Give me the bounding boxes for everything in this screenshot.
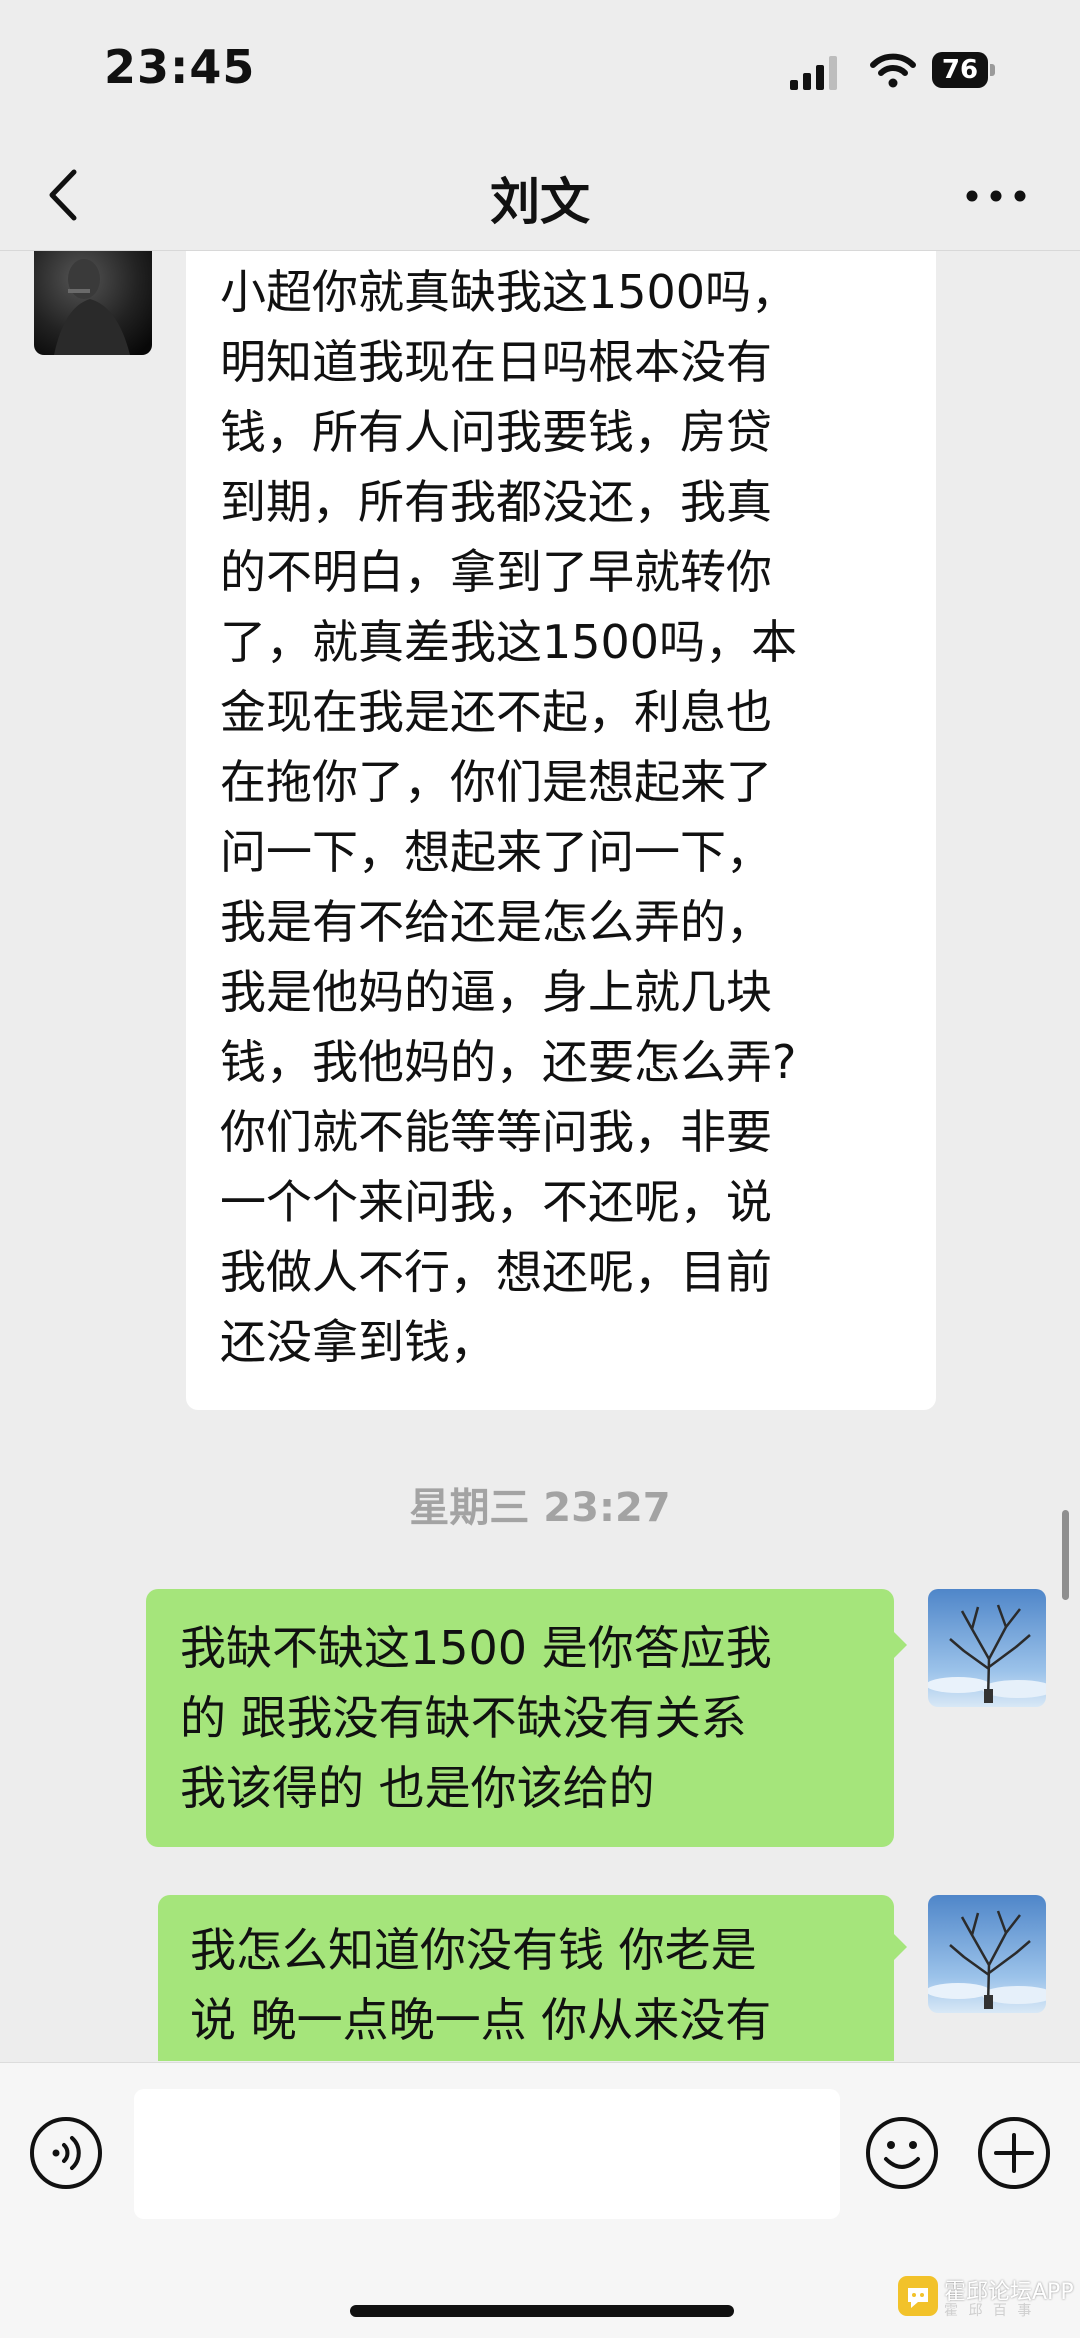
message-line: 说 晚一点晚一点 你从来没有 xyxy=(190,1993,772,2047)
back-arrow-icon[interactable] xyxy=(36,160,96,230)
wifi-icon xyxy=(870,53,916,88)
message-line: 到期，所有我都没还，我真 xyxy=(220,475,772,529)
my-avatar-image xyxy=(928,1895,1046,2013)
message-line: 金现在我是还不起，利息也 xyxy=(220,685,772,739)
sent-message-bubble[interactable]: 我怎么知道你没有钱 你老是 说 晚一点晚一点 你从来没有 xyxy=(158,1895,894,2061)
watermark-subtitle: 霍 邱 百 事 xyxy=(944,2303,1035,2319)
watermark-logo-icon xyxy=(908,2288,928,2308)
contact-avatar-image xyxy=(34,251,152,355)
message-line: 了，就真差我这1500吗，本 xyxy=(220,615,798,669)
message-input[interactable] xyxy=(134,2089,840,2219)
message-line: 钱，我他妈的，还要怎么弄? xyxy=(220,1035,797,1089)
message-timestamp: 星期三 23:27 xyxy=(409,1485,671,1531)
my-avatar-image xyxy=(928,1589,1046,1707)
message-line: 一个个来问我，不还呢，说 xyxy=(220,1175,772,1229)
received-message-bubble[interactable]: 小超你就真缺我这1500吗， 明知道我现在日吗根本没有 钱，所有人问我要钱，房贷… xyxy=(186,251,936,1410)
message-line: 的 跟我没有缺不缺没有关系 xyxy=(180,1691,747,1745)
my-avatar[interactable] xyxy=(928,1895,1046,2013)
contact-avatar[interactable] xyxy=(34,251,152,355)
bubble-tail xyxy=(893,1631,907,1659)
voice-icon[interactable] xyxy=(28,2115,104,2191)
signal-icon xyxy=(790,56,837,90)
chat-title: 刘文 xyxy=(490,173,590,231)
status-bar: 23:45 76 xyxy=(0,0,1080,140)
plus-icon[interactable] xyxy=(976,2115,1052,2191)
message-line: 小超你就真缺我这1500吗， xyxy=(220,265,798,319)
more-dots-icon[interactable] xyxy=(960,168,1032,224)
chat-area[interactable]: 小超你就真缺我这1500吗， 明知道我现在日吗根本没有 钱，所有人问我要钱，房贷… xyxy=(0,251,1080,2061)
watermark: 霍邱论坛APP 霍 邱 百 事 xyxy=(898,2272,1078,2324)
message-line: 还没拿到钱， xyxy=(220,1315,496,1369)
message-line: 我做人不行，想还呢，目前 xyxy=(220,1245,772,1299)
my-avatar[interactable] xyxy=(928,1589,1046,1707)
message-line: 你们就不能等等问我，非要 xyxy=(220,1105,772,1159)
battery-level: 76 xyxy=(941,55,979,85)
message-line: 钱，所有人问我要钱，房贷 xyxy=(220,405,772,459)
watermark-logo xyxy=(898,2276,938,2316)
message-line: 问一下，想起来了问一下， xyxy=(220,825,772,879)
bubble-tail xyxy=(893,1933,907,1961)
message-line: 明知道我现在日吗根本没有 xyxy=(220,335,772,389)
scrollbar[interactable] xyxy=(1062,1510,1069,1600)
message-line: 我怎么知道你没有钱 你老是 xyxy=(190,1923,757,1977)
message-line: 的不明白，拿到了早就转你 xyxy=(220,545,772,599)
message-line: 我缺不缺这1500 是你答应我 xyxy=(180,1621,772,1675)
message-line: 在拖你了，你们是想起来了 xyxy=(220,755,772,809)
sent-message-bubble[interactable]: 我缺不缺这1500 是你答应我 的 跟我没有缺不缺没有关系 我该得的 也是你该给… xyxy=(146,1589,894,1847)
home-indicator xyxy=(350,2305,734,2317)
battery-icon: 76 xyxy=(932,52,996,88)
message-line: 我是有不给还是怎么弄的， xyxy=(220,895,772,949)
battery-tip xyxy=(990,64,995,76)
nav-bar: 刘文 xyxy=(0,140,1080,251)
message-line: 我是他妈的逼，身上就几块 xyxy=(220,965,772,1019)
emoji-icon[interactable] xyxy=(864,2115,940,2191)
status-time: 23:45 xyxy=(104,40,256,94)
message-line: 我该得的 也是你该给的 xyxy=(180,1761,655,1815)
